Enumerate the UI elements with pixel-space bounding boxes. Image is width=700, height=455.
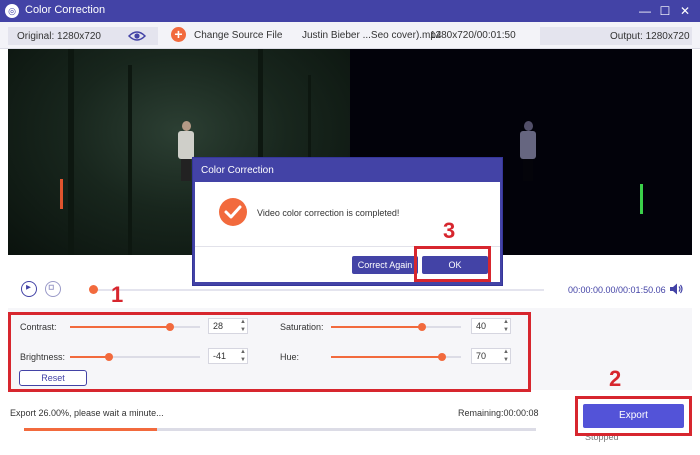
app-logo-icon: ◎ xyxy=(5,4,19,18)
checkmark-icon xyxy=(219,198,247,226)
dialog-message: Video color correction is completed! xyxy=(257,208,400,218)
file-name: Justin Bieber ...Seo cover).mp4 xyxy=(302,30,442,41)
window-title: Color Correction xyxy=(25,4,106,16)
export-status: Export 26.00%, please wait a minute... xyxy=(10,408,164,418)
annotation-number-3: 3 xyxy=(443,218,456,243)
green-light xyxy=(640,184,643,214)
stop-button[interactable] xyxy=(45,281,61,297)
remaining-time: Remaining:00:00:08 xyxy=(458,408,539,418)
timeline-track[interactable] xyxy=(94,289,544,291)
close-button[interactable]: ✕ xyxy=(676,3,694,19)
annotation-box-1 xyxy=(8,312,531,392)
correct-again-button[interactable]: Correct Again xyxy=(352,256,418,274)
play-icon xyxy=(26,284,31,290)
annotation-number-2: 2 xyxy=(609,366,622,391)
orange-light xyxy=(60,179,63,209)
plus-circle-icon[interactable]: + xyxy=(171,27,186,42)
export-progress-fill xyxy=(24,428,158,431)
playback-time: 00:00:00.00/00:01:50.06 xyxy=(568,285,666,295)
performer-figure xyxy=(518,121,538,181)
file-meta: 1280x720/00:01:50 xyxy=(430,30,516,41)
export-progress-track xyxy=(24,428,536,431)
volume-icon[interactable] xyxy=(669,282,683,296)
minimize-button[interactable]: — xyxy=(636,3,654,19)
maximize-button[interactable]: ☐ xyxy=(656,3,674,19)
annotation-box-3 xyxy=(414,246,491,282)
annotation-number-1: 1 xyxy=(111,282,124,307)
original-label: Original: 1280x720 xyxy=(17,31,101,42)
dialog-title: Color Correction xyxy=(201,165,274,176)
tree-trunk xyxy=(68,49,74,255)
play-button[interactable] xyxy=(21,281,37,297)
info-bar: Original: 1280x720 + Change Source File … xyxy=(0,22,700,49)
stop-icon xyxy=(48,284,54,290)
timeline-handle[interactable] xyxy=(89,285,98,294)
eye-icon[interactable] xyxy=(128,29,146,43)
output-label: Output: 1280x720 xyxy=(610,31,690,42)
title-bar: ◎ Color Correction — ☐ ✕ xyxy=(0,0,700,22)
annotation-box-2 xyxy=(575,396,692,436)
tree-trunk xyxy=(128,65,132,255)
change-source-file-button[interactable]: Change Source File xyxy=(194,30,282,41)
